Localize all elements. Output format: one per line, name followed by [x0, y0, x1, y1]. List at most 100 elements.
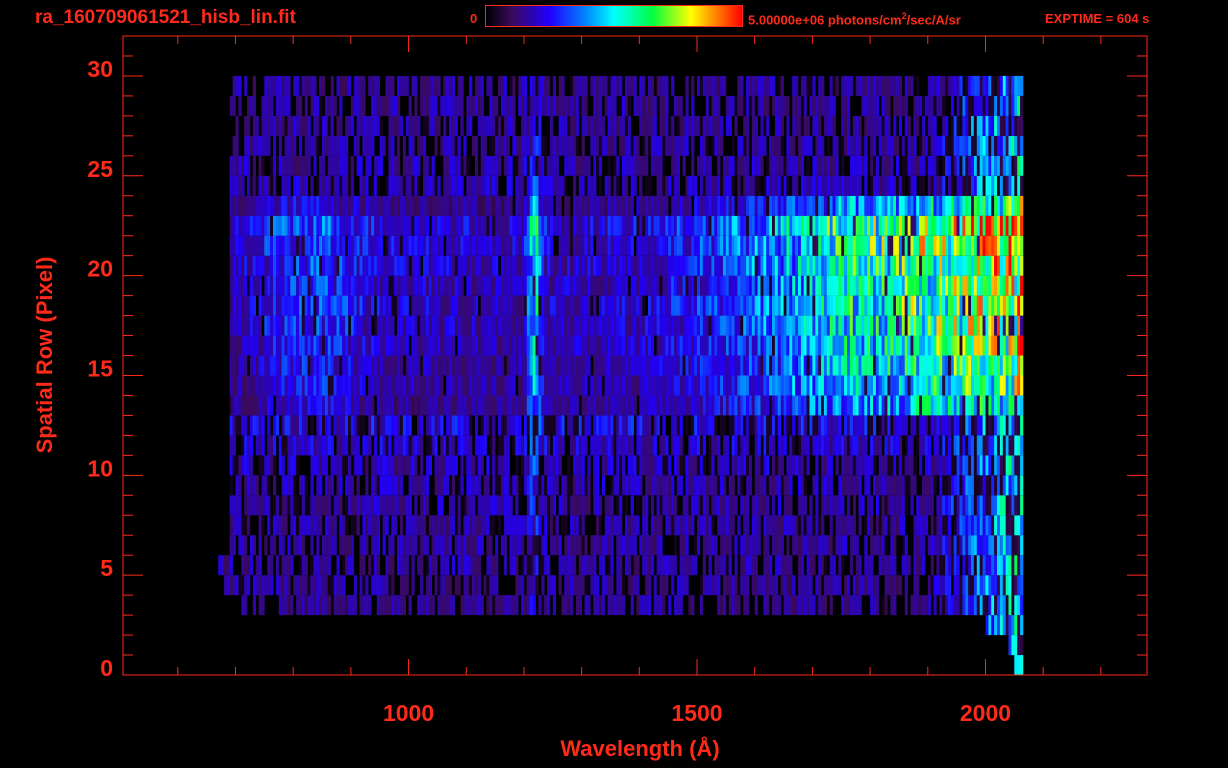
- heatmap-cell: [399, 335, 404, 356]
- heatmap-cell: [979, 355, 983, 376]
- heatmap-cell: [754, 355, 758, 376]
- heatmap-cell: [780, 575, 784, 596]
- heatmap-cell: [477, 255, 481, 276]
- heatmap-cell: [852, 415, 856, 436]
- heatmap-cell: [506, 415, 510, 436]
- heatmap-cell: [578, 335, 582, 356]
- heatmap-cell: [665, 395, 669, 416]
- heatmap-cell: [610, 375, 614, 396]
- heatmap-cell: [962, 535, 966, 556]
- heatmap-cell: [408, 455, 412, 476]
- heatmap-cell: [322, 535, 326, 556]
- heatmap-cell: [806, 535, 810, 556]
- heatmap-cell: [316, 355, 320, 376]
- heatmap-cell: [336, 235, 340, 256]
- heatmap-cell: [679, 235, 683, 256]
- heatmap-cell: [1011, 415, 1015, 436]
- heatmap-cell: [385, 315, 389, 336]
- heatmap-cell: [714, 235, 718, 256]
- heatmap-cell: [411, 315, 415, 336]
- heatmap-cell: [229, 295, 233, 316]
- heatmap-cell: [368, 355, 372, 376]
- heatmap-cell: [336, 355, 340, 376]
- heatmap-cell: [878, 515, 882, 536]
- heatmap-cell: [800, 295, 805, 316]
- heatmap-cell: [547, 575, 551, 596]
- heatmap-cell: [723, 235, 727, 256]
- heatmap-cell: [919, 535, 923, 556]
- heatmap-cell: [287, 295, 291, 316]
- heatmap-cell: [648, 315, 652, 336]
- heatmap-cell: [1002, 335, 1006, 356]
- heatmap-cell: [509, 275, 513, 296]
- heatmap-cell: [991, 415, 995, 436]
- heatmap-cell: [359, 375, 363, 396]
- heatmap-cell: [823, 575, 828, 596]
- heatmap-cell: [532, 335, 536, 356]
- heatmap-cell: [838, 335, 842, 356]
- heatmap-cell: [743, 255, 747, 276]
- heatmap-cell: [293, 235, 297, 256]
- heatmap-cell: [746, 475, 750, 496]
- heatmap-cell: [933, 475, 937, 496]
- heatmap-cell: [486, 395, 490, 416]
- heatmap-cell: [763, 435, 767, 456]
- heatmap-cell: [561, 555, 565, 576]
- heatmap-cell: [924, 355, 929, 376]
- heatmap-cell: [919, 335, 923, 356]
- heatmap-cell: [368, 515, 372, 536]
- heatmap-cell: [619, 375, 623, 396]
- heatmap-cell: [275, 395, 280, 416]
- heatmap-cell: [875, 215, 880, 236]
- heatmap-cell: [924, 595, 929, 616]
- heatmap-cell: [241, 535, 245, 556]
- heatmap-cell: [991, 455, 995, 476]
- heatmap-cell: [402, 275, 406, 296]
- heatmap-cell: [371, 295, 375, 316]
- heatmap-cell: [636, 355, 640, 376]
- heatmap-cell: [668, 355, 672, 376]
- heatmap-cell: [489, 455, 493, 476]
- heatmap-cell: [515, 355, 519, 376]
- heatmap-cell: [362, 335, 366, 356]
- heatmap-cell: [241, 555, 245, 576]
- heatmap-cell: [1002, 415, 1006, 436]
- heatmap-cell: [1005, 395, 1009, 416]
- heatmap-cell: [881, 355, 885, 376]
- heatmap-cell: [296, 435, 300, 456]
- heatmap-cell: [229, 275, 233, 296]
- heatmap-cell: [275, 235, 280, 256]
- heatmap-cell: [997, 255, 1001, 276]
- heatmap-cell: [844, 595, 848, 616]
- heatmap-cell: [319, 455, 323, 476]
- heatmap-cell: [521, 575, 525, 596]
- heatmap-cell: [290, 495, 294, 516]
- heatmap-cell: [500, 435, 505, 456]
- heatmap-cell: [896, 395, 900, 416]
- heatmap-cell: [316, 275, 320, 296]
- heatmap-cell: [994, 375, 998, 396]
- heatmap-cell: [463, 295, 467, 316]
- heatmap-cell: [368, 395, 372, 416]
- heatmap-cell: [994, 255, 998, 276]
- heatmap-cell: [466, 435, 470, 456]
- heatmap-cell: [541, 475, 545, 496]
- heatmap-cell: [333, 315, 337, 336]
- heatmap-cell: [391, 415, 395, 436]
- heatmap-cell: [936, 235, 940, 256]
- heatmap-cell: [281, 315, 285, 336]
- heatmap-cell: [417, 555, 421, 576]
- heatmap-cell: [927, 295, 931, 316]
- heatmap-cell: [754, 255, 758, 276]
- heatmap-cell: [829, 395, 833, 416]
- heatmap-cell: [345, 275, 349, 296]
- heatmap-cell: [423, 215, 427, 236]
- heatmap-cell: [1020, 595, 1024, 616]
- heatmap-cell: [728, 315, 732, 336]
- heatmap-cell: [431, 235, 435, 256]
- heatmap-cell: [235, 375, 239, 396]
- heatmap-cell: [656, 555, 660, 576]
- heatmap-cell: [544, 555, 548, 576]
- heatmap-cell: [930, 295, 934, 316]
- heatmap-cell: [345, 455, 349, 476]
